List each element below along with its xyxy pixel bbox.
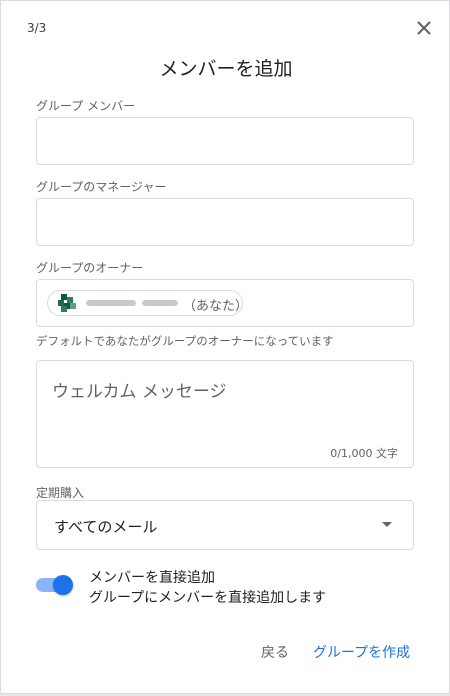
dialog-title: メンバーを追加 [159, 58, 293, 80]
avatar [58, 294, 76, 312]
welcome-message-placeholder: ウェルカム メッセージ [52, 382, 227, 402]
redacted-name [86, 300, 136, 306]
owners-input[interactable]: （あなた） [36, 279, 414, 327]
direct-add-toggle[interactable] [36, 573, 76, 597]
managers-input[interactable] [36, 198, 414, 246]
welcome-message-textarea[interactable]: ウェルカム メッセージ 0/1,000 文字 [36, 360, 414, 468]
toggle-knob [53, 575, 73, 595]
step-indicator: 3/3 [27, 21, 47, 35]
character-counter: 0/1,000 文字 [330, 447, 398, 460]
direct-add-description: グループにメンバーを直接追加します [89, 590, 327, 606]
members-input[interactable] [36, 117, 414, 165]
add-members-dialog: 3/3 メンバーを追加 グループ メンバー グループのマネージャー グループのオ… [0, 0, 450, 694]
subscription-label: 定期購入 [36, 486, 85, 500]
subscription-select[interactable]: すべてのメール [36, 500, 414, 550]
create-group-button[interactable]: グループを作成 [313, 642, 410, 662]
managers-label: グループのマネージャー [36, 180, 167, 194]
direct-add-title: メンバーを直接追加 [89, 570, 215, 586]
owners-label: グループのオーナー [36, 261, 144, 275]
owner-helper-text: デフォルトであなたがグループのオーナーになっています [36, 334, 334, 348]
chevron-down-icon [382, 522, 392, 527]
subscription-selected-value: すべてのメール [54, 518, 158, 536]
owner-chip[interactable]: （あなた） [47, 290, 249, 316]
redacted-email [142, 300, 178, 306]
close-button[interactable] [411, 15, 437, 41]
members-label: グループ メンバー [36, 99, 136, 113]
close-icon [417, 21, 431, 35]
owner-you-label: （あなた） [183, 299, 249, 314]
back-button[interactable]: 戻る [261, 642, 289, 662]
